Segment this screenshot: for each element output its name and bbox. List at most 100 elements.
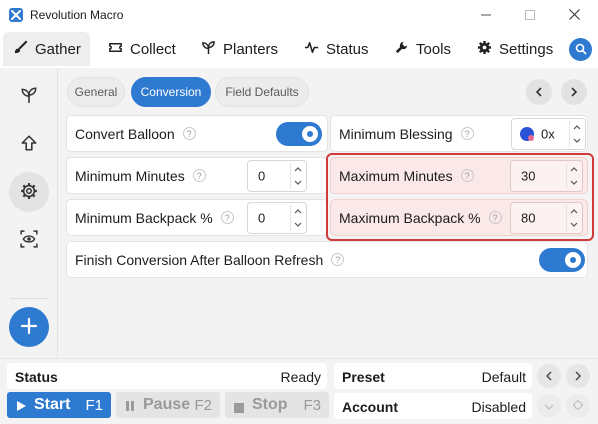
scan-eye-icon — [20, 229, 38, 251]
tab-label: Settings — [499, 40, 554, 58]
help-icon[interactable]: ? — [220, 211, 234, 224]
finish-conversion-label: Finish Conversion After Balloon Refresh — [75, 251, 324, 268]
main-tab-bar: Gather Collect Planters Status Tools Set… — [0, 30, 598, 68]
chevron-up-icon[interactable] — [570, 121, 583, 133]
status-bar: Status Ready Start F1 Pause F2 Stop F3 P… — [0, 358, 598, 424]
minimum-backpack-value: 0 — [258, 210, 266, 226]
stop-button[interactable]: Stop F3 — [225, 392, 329, 418]
next-page-button[interactable] — [561, 79, 587, 105]
help-icon[interactable]: ? — [460, 127, 474, 140]
app-logo-icon — [9, 8, 23, 22]
minimum-minutes-stepper[interactable]: 0 — [247, 160, 307, 192]
tab-label: Gather — [35, 40, 81, 58]
pause-button[interactable]: Pause F2 — [116, 392, 220, 418]
account-settings-button[interactable] — [566, 394, 590, 418]
minimum-blessing-label: Minimum Blessing — [339, 125, 453, 142]
plus-icon — [20, 317, 38, 338]
tab-label: Tools — [416, 40, 452, 58]
chevron-right-icon — [574, 368, 582, 384]
convert-balloon-toggle[interactable] — [276, 122, 322, 146]
tab-label: Status — [326, 40, 369, 58]
tab-gather[interactable]: Gather — [3, 32, 90, 66]
minimum-minutes-row: Minimum Minutes ? 0 — [66, 157, 328, 194]
highlight-frame — [326, 153, 594, 241]
chevron-right-icon — [569, 84, 579, 100]
title-bar: Revolution Macro — [0, 0, 598, 30]
minimum-backpack-label-group: Minimum Backpack % ? — [75, 210, 234, 226]
stop-icon — [234, 400, 244, 418]
pulse-icon — [304, 40, 319, 59]
pause-icon — [125, 399, 135, 417]
preset-next-button[interactable] — [566, 364, 590, 388]
chevron-up-icon[interactable] — [291, 163, 304, 175]
minimum-backpack-row: Minimum Backpack % ? 0 — [66, 199, 328, 236]
stop-hotkey: F3 — [303, 396, 321, 414]
help-icon[interactable]: ? — [331, 253, 345, 266]
preset-prev-button[interactable] — [537, 364, 561, 388]
tab-status[interactable]: Status — [294, 32, 379, 66]
account-panel: Account Disabled — [334, 393, 532, 419]
help-icon[interactable]: ? — [192, 169, 206, 182]
stepper-arrows — [569, 121, 583, 147]
sprout-icon — [201, 40, 216, 59]
chevron-down-icon[interactable] — [291, 219, 304, 231]
minimize-button[interactable] — [464, 0, 508, 30]
pause-hotkey: F2 — [194, 396, 212, 414]
close-icon — [568, 7, 580, 23]
tab-settings[interactable]: Settings — [467, 32, 563, 66]
sidebar-item-settings[interactable] — [9, 172, 49, 212]
maximize-icon — [525, 7, 535, 23]
gear-icon — [572, 398, 584, 414]
prev-page-button[interactable] — [526, 79, 552, 105]
convert-balloon-label: Convert Balloon — [75, 125, 175, 142]
status-label: Status — [15, 369, 58, 385]
chevron-down-icon[interactable] — [570, 135, 583, 147]
stepper-arrows — [290, 205, 304, 231]
tab-collect[interactable]: Collect — [98, 32, 186, 66]
start-label: Start — [34, 396, 71, 413]
sidebar-item-planters[interactable] — [9, 76, 49, 116]
pause-label: Pause — [143, 396, 191, 413]
preset-value[interactable]: Default — [482, 369, 526, 385]
status-value: Ready — [280, 369, 321, 385]
account-dropdown-button[interactable] — [537, 394, 561, 418]
blessing-icon — [520, 127, 534, 141]
sidebar-item-upload[interactable] — [9, 124, 49, 164]
add-button[interactable] — [9, 307, 49, 347]
minimum-backpack-label: Minimum Backpack % — [75, 209, 213, 226]
brush-icon — [13, 40, 28, 59]
status-panel: Status Ready — [7, 363, 327, 389]
sidebar — [0, 68, 58, 358]
convert-balloon-row: Convert Balloon ? — [66, 115, 328, 152]
account-value[interactable]: Disabled — [472, 399, 526, 415]
subtab-conversion[interactable]: Conversion — [131, 77, 211, 107]
minimize-icon — [481, 7, 491, 23]
start-button[interactable]: Start F1 — [7, 392, 111, 418]
preset-label: Preset — [342, 369, 385, 385]
maximize-button[interactable] — [508, 0, 552, 30]
sidebar-item-vision[interactable] — [9, 220, 49, 260]
search-button[interactable] — [569, 38, 592, 61]
help-icon[interactable]: ? — [182, 127, 196, 140]
play-icon — [16, 399, 27, 417]
minimum-minutes-value: 0 — [258, 168, 266, 184]
chevron-up-icon[interactable] — [291, 205, 304, 217]
tab-tools[interactable]: Tools — [384, 32, 461, 66]
start-hotkey: F1 — [85, 396, 103, 414]
minimum-minutes-label: Minimum Minutes — [75, 167, 185, 184]
close-button[interactable] — [552, 0, 596, 30]
minimum-backpack-stepper[interactable]: 0 — [247, 202, 307, 234]
ticket-icon — [108, 40, 123, 59]
minimum-minutes-label-group: Minimum Minutes ? — [75, 168, 206, 184]
account-label: Account — [342, 399, 398, 415]
chevron-down-icon[interactable] — [291, 177, 304, 189]
tab-label: Planters — [223, 40, 279, 58]
minimum-blessing-stepper[interactable]: 0x — [511, 118, 586, 150]
minimum-blessing-label-group: Minimum Blessing ? — [339, 126, 474, 142]
subtab-general[interactable]: General — [67, 77, 125, 107]
convert-balloon-label-group: Convert Balloon ? — [75, 126, 196, 142]
subtab-field-defaults[interactable]: Field Defaults — [215, 77, 309, 107]
arrow-up-icon — [20, 134, 38, 155]
finish-conversion-toggle[interactable] — [539, 248, 585, 272]
tab-planters[interactable]: Planters — [191, 32, 288, 66]
